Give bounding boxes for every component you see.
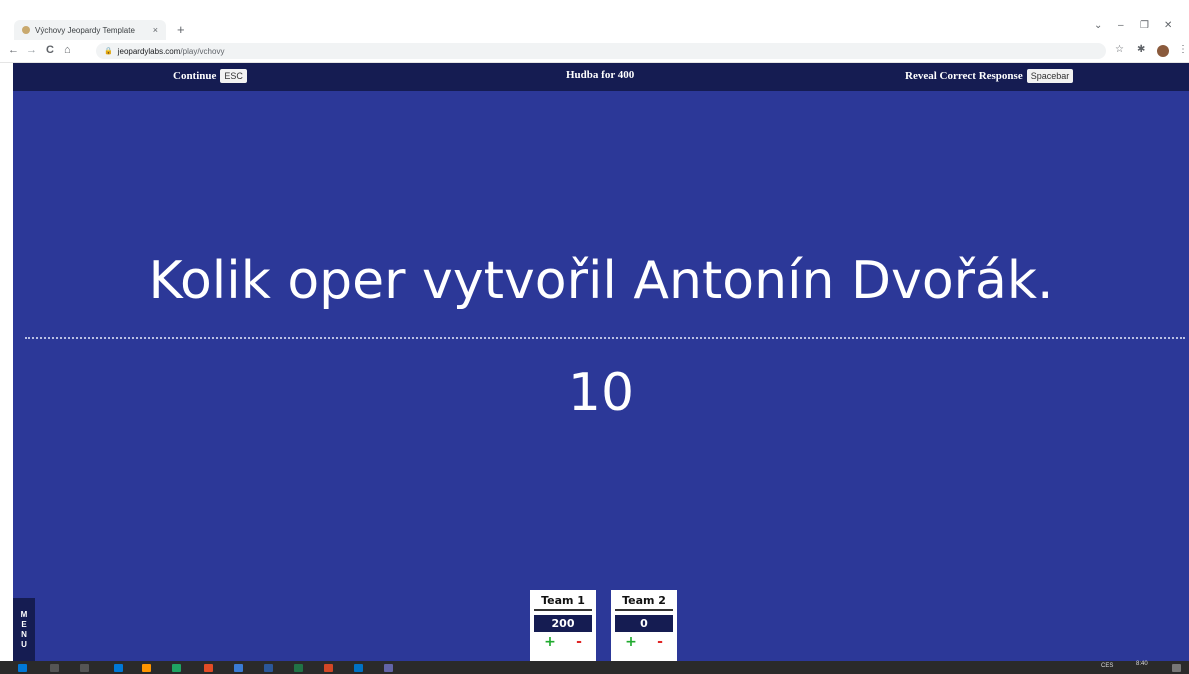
answer-divider (25, 337, 1185, 339)
clock[interactable]: 8:40 (1136, 661, 1148, 667)
forward-icon[interactable]: → (26, 44, 37, 56)
tab-title: Výchovy Jeopardy Template (35, 25, 135, 35)
continue-label: Continue (173, 70, 217, 82)
home-icon[interactable]: ⌂ (64, 44, 71, 56)
taskbar-app-icon[interactable] (234, 664, 243, 672)
url-path: /play/vchovy (180, 46, 225, 56)
continue-key: ESC (220, 69, 247, 83)
site-favicon-icon (22, 26, 30, 34)
url-field[interactable]: 🔒 jeopardylabs.com /play/vchovy (96, 43, 1106, 59)
team-card-1: Team 1 200 + - (530, 590, 596, 661)
back-icon[interactable]: ← (8, 44, 19, 56)
extensions-icon[interactable]: ✱ (1137, 44, 1145, 55)
profile-avatar[interactable] (1157, 45, 1169, 57)
restore-window-icon[interactable]: ❐ (1140, 20, 1149, 31)
browser-tab[interactable]: Výchovy Jeopardy Template × (14, 20, 166, 40)
reload-icon[interactable]: C (46, 44, 54, 56)
search-icon[interactable] (50, 664, 59, 672)
team-card-2: Team 2 0 + - (611, 590, 677, 661)
menu-letter: U (21, 639, 27, 649)
category-title: Hudba for 400 (566, 69, 635, 81)
menu-letter: N (21, 629, 27, 639)
keyboard-language[interactable]: CES (1101, 663, 1113, 669)
add-points-button[interactable]: + (544, 635, 556, 649)
continue-button[interactable]: Continue ESC (173, 69, 247, 83)
taskbar-app-icon[interactable] (114, 664, 123, 672)
taskbar-app-icon[interactable] (354, 664, 363, 672)
team-score: 200 (534, 615, 592, 632)
bookmark-star-icon[interactable]: ☆ (1115, 44, 1124, 55)
reveal-key: Spacebar (1026, 69, 1074, 83)
close-window-icon[interactable]: ✕ (1164, 20, 1172, 31)
tab-search-chevron-icon[interactable]: ⌄ (1094, 20, 1102, 31)
notifications-icon[interactable] (1172, 664, 1181, 672)
menu-button[interactable]: M E N U (13, 598, 35, 661)
start-icon[interactable] (18, 664, 27, 672)
reveal-response-button[interactable]: Reveal Correct Response Spacebar (905, 69, 1074, 83)
question-text: Kolik oper vytvořil Antonín Dvořák. (148, 251, 1054, 311)
taskbar-app-icon[interactable] (172, 664, 181, 672)
taskbar-app-icon[interactable] (264, 664, 273, 672)
new-tab-button[interactable]: + (177, 22, 185, 37)
answer-text: 10 (567, 363, 635, 423)
taskbar-app-icon[interactable] (294, 664, 303, 672)
menu-letter: M (20, 609, 28, 619)
browser-tab-bar: Výchovy Jeopardy Template × + ⌄ – ❐ ✕ (0, 0, 1189, 40)
browser-menu-icon[interactable]: ⋮ (1178, 44, 1188, 55)
task-view-icon[interactable] (80, 664, 89, 672)
reveal-label: Reveal Correct Response (905, 70, 1023, 82)
taskbar-app-icon[interactable] (204, 664, 213, 672)
subtract-points-button[interactable]: - (576, 635, 582, 649)
url-host: jeopardylabs.com (117, 46, 181, 56)
team-name: Team 1 (534, 594, 592, 611)
taskbar-app-icon[interactable] (142, 664, 151, 672)
lock-icon: 🔒 (104, 48, 113, 55)
subtract-points-button[interactable]: - (657, 635, 663, 649)
browser-address-bar: ← → C ⌂ 🔒 jeopardylabs.com /play/vchovy … (0, 40, 1189, 63)
tab-close-icon[interactable]: × (153, 25, 158, 35)
minimize-window-icon[interactable]: – (1118, 20, 1124, 31)
menu-letter: E (21, 619, 27, 629)
team-score: 0 (615, 615, 673, 632)
team-name: Team 2 (615, 594, 673, 611)
add-points-button[interactable]: + (625, 635, 637, 649)
game-top-bar: Continue ESC Hudba for 400 Reveal Correc… (13, 63, 1189, 91)
taskbar-app-icon[interactable] (384, 664, 393, 672)
taskbar-app-icon[interactable] (324, 664, 333, 672)
os-taskbar: CES 8:40 (0, 661, 1189, 674)
question-stage: Kolik oper vytvořil Antonín Dvořák. 10 (13, 91, 1189, 661)
